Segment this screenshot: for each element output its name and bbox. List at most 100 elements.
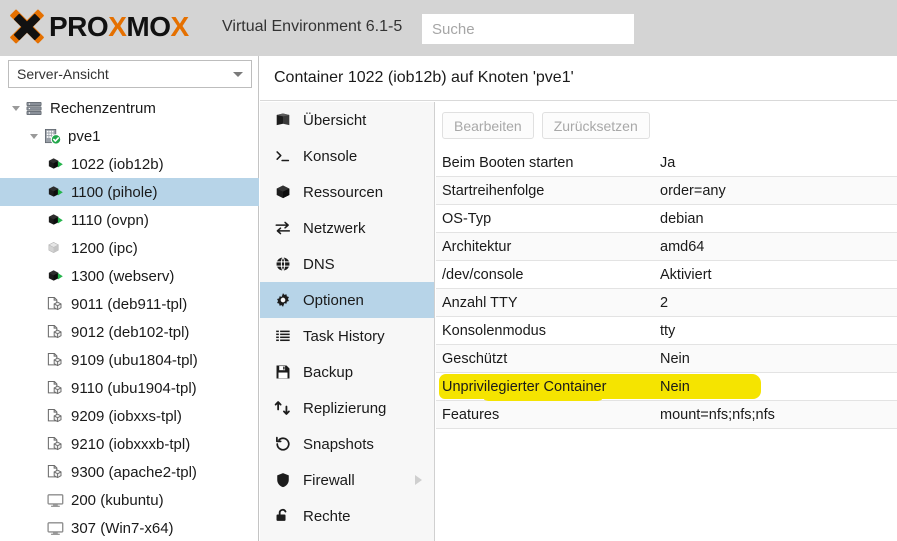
tree-item[interactable]: 9012 (deb102-tpl) <box>0 318 259 346</box>
search-box[interactable] <box>422 14 634 44</box>
reset-button[interactable]: Zurücksetzen <box>541 112 650 139</box>
menu-item-snapshots[interactable]: Snapshots <box>260 426 434 462</box>
unlock-icon <box>273 506 293 526</box>
tree-item-label: pve1 <box>68 127 101 145</box>
page-title: Container 1022 (iob12b) auf Knoten 'pve1… <box>260 56 897 101</box>
container-running-icon <box>46 211 65 230</box>
menu-item-replizierung[interactable]: Replizierung <box>260 390 434 426</box>
tree-item-label: 1300 (webserv) <box>71 267 175 285</box>
menu-item-netzwerk[interactable]: Netzwerk <box>260 210 434 246</box>
options-row[interactable]: Geschützt Nein <box>436 345 897 373</box>
node-icon <box>43 127 62 146</box>
tree-item-label: 9109 (ubu1804-tpl) <box>71 351 198 369</box>
search-input[interactable] <box>423 15 633 43</box>
menu-item--bersicht[interactable]: Übersicht <box>260 102 434 138</box>
template-icon <box>46 435 65 454</box>
globe-icon <box>273 254 293 274</box>
content-area: Bearbeiten Zurücksetzen Beim Booten star… <box>436 102 897 541</box>
container-menu: Übersicht Konsole Ressourcen Netzwerk DNS Opt… <box>260 102 435 541</box>
product-version-label: Virtual Environment 6.1-5 <box>222 18 403 35</box>
chevron-down-icon <box>233 71 243 77</box>
option-key: Startreihenfolge <box>442 182 545 199</box>
container-stopped-icon <box>46 239 65 258</box>
tree-item[interactable]: 307 (Win7-x64) <box>0 514 259 541</box>
options-row[interactable]: Architektur amd64 <box>436 233 897 261</box>
container-running-icon <box>46 267 65 286</box>
tree-item[interactable]: 9110 (ubu1904-tpl) <box>0 374 259 402</box>
option-key: Konsolenmodus <box>442 322 546 339</box>
tree-item[interactable]: 1110 (ovpn) <box>0 206 259 234</box>
vm-icon <box>46 491 65 510</box>
menu-item-label: Task History <box>303 327 385 345</box>
option-value: debian <box>660 210 704 227</box>
tree-item-label: 1022 (iob12b) <box>71 155 164 173</box>
proxmox-web-ui: PROXMOX Virtual Environment 6.1-5 Server… <box>0 0 897 541</box>
option-value: order=any <box>660 182 726 199</box>
menu-item-task-history[interactable]: Task History <box>260 318 434 354</box>
option-value: 2 <box>660 294 669 311</box>
view-selector[interactable]: Server-Ansicht <box>8 60 252 88</box>
options-row[interactable]: Konsolenmodus tty <box>436 317 897 345</box>
option-key: Beim Booten starten <box>442 154 574 171</box>
option-key: Geschützt <box>442 350 508 367</box>
menu-item-rechte[interactable]: Rechte <box>260 498 434 534</box>
menu-item-backup[interactable]: Backup <box>260 354 434 390</box>
edit-button[interactable]: Bearbeiten <box>442 112 534 139</box>
options-row[interactable]: /dev/console Aktiviert <box>436 261 897 289</box>
menu-item-label: Ressourcen <box>303 183 384 201</box>
tree-item[interactable]: 9210 (iobxxxb-tpl) <box>0 430 259 458</box>
template-icon <box>46 379 65 398</box>
gear-icon <box>273 290 293 310</box>
resource-tree: Rechenzentrum pve1 1022 (iob12b) 1100 (piho… <box>0 94 259 541</box>
menu-item-ressourcen[interactable]: Ressourcen <box>260 174 434 210</box>
tree-item[interactable]: pve1 <box>0 122 259 150</box>
tree-item[interactable]: Rechenzentrum <box>0 94 259 122</box>
option-key: Features <box>442 406 500 423</box>
tree-item[interactable]: 1300 (webserv) <box>0 262 259 290</box>
tree-item[interactable]: 1200 (ipc) <box>0 234 259 262</box>
tree-item[interactable]: 9011 (deb911-tpl) <box>0 290 259 318</box>
options-row[interactable]: Startreihenfolge order=any <box>436 177 897 205</box>
view-selector-label: Server-Ansicht <box>17 66 109 82</box>
option-key: OS-Typ <box>442 210 492 227</box>
menu-item-optionen[interactable]: Optionen <box>260 282 434 318</box>
tree-item[interactable]: 9300 (apache2-tpl) <box>0 458 259 486</box>
tree-item[interactable]: 9209 (iobxxs-tpl) <box>0 402 259 430</box>
menu-item-konsole[interactable]: Konsole <box>260 138 434 174</box>
chevron-down-icon[interactable] <box>28 130 41 143</box>
template-icon <box>46 463 65 482</box>
sidebar: Server-Ansicht Rechenzentrum pve1 1022 (io… <box>0 56 259 541</box>
proxmox-logo[interactable]: PROXMOX <box>8 9 189 44</box>
top-bar: PROXMOX Virtual Environment 6.1-5 <box>0 0 897 56</box>
tree-item-label: 9012 (deb102-tpl) <box>71 323 190 341</box>
terminal-icon <box>273 146 293 166</box>
template-icon <box>46 323 65 342</box>
tree-item-label: 9210 (iobxxxb-tpl) <box>71 435 191 453</box>
chevron-right-icon[interactable] <box>415 475 422 485</box>
options-row[interactable]: Anzahl TTY 2 <box>436 289 897 317</box>
option-key: Unprivilegierter Container <box>442 378 607 395</box>
options-toolbar: Bearbeiten Zurücksetzen <box>436 102 897 149</box>
tree-item[interactable]: 1022 (iob12b) <box>0 150 259 178</box>
menu-item-firewall[interactable]: Firewall <box>260 462 434 498</box>
tree-item-label: 9300 (apache2-tpl) <box>71 463 197 481</box>
tree-item[interactable]: 1100 (pihole) <box>0 178 259 206</box>
template-icon <box>46 407 65 426</box>
template-icon <box>46 295 65 314</box>
options-row[interactable]: OS-Typ debian <box>436 205 897 233</box>
menu-item-dns[interactable]: DNS <box>260 246 434 282</box>
retweet-icon <box>273 398 293 418</box>
options-row[interactable]: Unprivilegierter Container Nein <box>436 373 897 403</box>
option-value: mount=nfs;nfs;nfs <box>660 406 775 423</box>
tree-item-label: 9011 (deb911-tpl) <box>71 295 188 313</box>
options-row[interactable]: Features mount=nfs;nfs;nfs <box>436 401 897 429</box>
menu-item-label: DNS <box>303 255 335 273</box>
chevron-down-icon[interactable] <box>10 102 23 115</box>
tree-item[interactable]: 9109 (ubu1804-tpl) <box>0 346 259 374</box>
tree-item[interactable]: 200 (kubuntu) <box>0 486 259 514</box>
options-row[interactable]: Beim Booten starten Ja <box>436 149 897 177</box>
menu-item-label: Optionen <box>303 291 364 309</box>
list-icon <box>273 326 293 346</box>
option-value: Nein <box>660 378 690 395</box>
main-panel: Container 1022 (iob12b) auf Knoten 'pve1… <box>260 56 897 541</box>
